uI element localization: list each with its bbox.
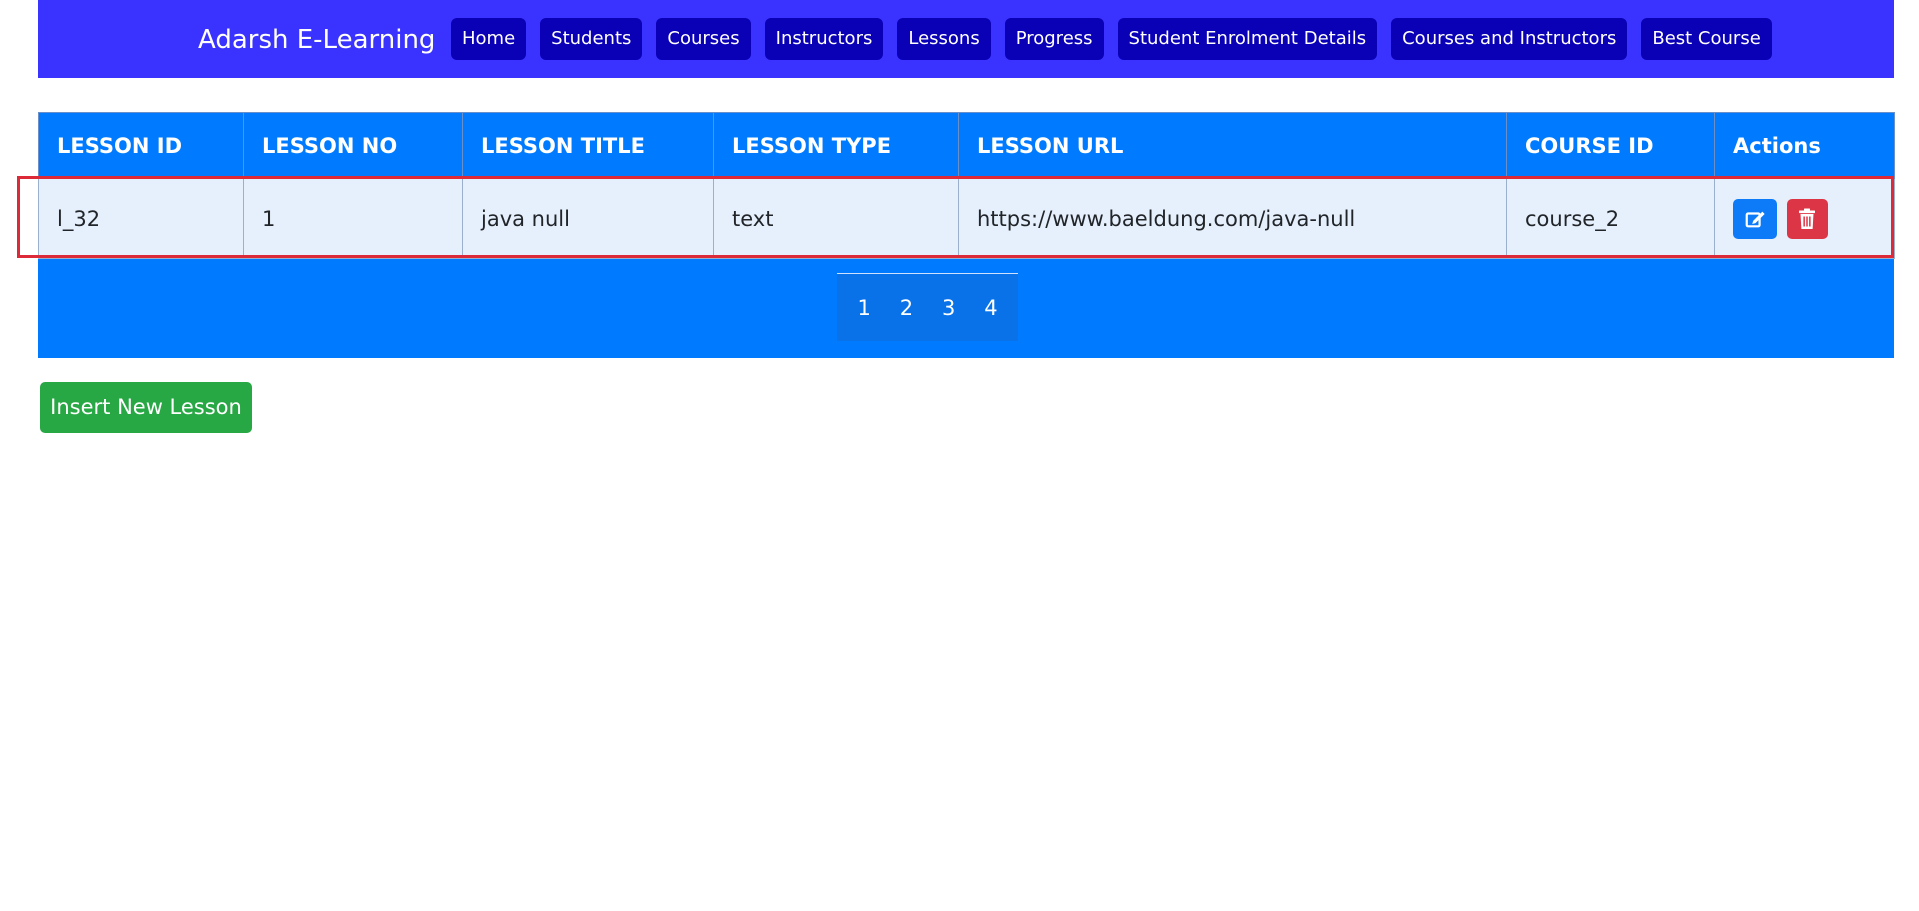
cell-lesson-type: text (713, 178, 959, 259)
cell-course-id: course_2 (1506, 178, 1715, 259)
cell-lesson-title: java null (462, 178, 714, 259)
nav-best-course-button[interactable]: Best Course (1641, 18, 1772, 60)
header-lesson-url: LESSON URL (958, 112, 1507, 179)
cell-lesson-no: 1 (243, 178, 463, 259)
table-row: l_32 1 java null text https://www.baeldu… (38, 178, 1895, 259)
nav-student-enrolment-details-button[interactable]: Student Enrolment Details (1117, 18, 1378, 60)
nav-links: Home Students Courses Instructors Lesson… (451, 18, 1772, 60)
cell-lesson-id: l_32 (38, 178, 244, 259)
nav-courses-and-instructors-button[interactable]: Courses and Instructors (1391, 18, 1628, 60)
header-actions: Actions (1714, 112, 1895, 179)
pagination: 1 2 3 4 (837, 273, 1018, 341)
nav-progress-button[interactable]: Progress (1004, 18, 1104, 60)
nav-home-button[interactable]: Home (451, 18, 527, 60)
top-navbar: Adarsh E-Learning Home Students Courses … (38, 0, 1894, 78)
page-link-2[interactable]: 2 (886, 296, 926, 320)
page-link-4[interactable]: 4 (971, 296, 1011, 320)
brand-title[interactable]: Adarsh E-Learning (198, 22, 435, 58)
table-header-row: LESSON ID LESSON NO LESSON TITLE LESSON … (38, 112, 1895, 179)
edit-icon (1745, 211, 1765, 227)
nav-instructors-button[interactable]: Instructors (764, 18, 884, 60)
page-link-3[interactable]: 3 (929, 296, 969, 320)
delete-button[interactable] (1786, 198, 1828, 239)
page-link-1[interactable]: 1 (844, 296, 884, 320)
trash-icon (1799, 208, 1816, 229)
header-lesson-title: LESSON TITLE (462, 112, 714, 179)
nav-students-button[interactable]: Students (540, 18, 643, 60)
nav-lessons-button[interactable]: Lessons (897, 18, 991, 60)
lessons-table: LESSON ID LESSON NO LESSON TITLE LESSON … (38, 112, 1895, 259)
header-lesson-no: LESSON NO (243, 112, 463, 179)
header-lesson-id: LESSON ID (38, 112, 244, 179)
header-lesson-type: LESSON TYPE (713, 112, 959, 179)
edit-button[interactable] (1733, 198, 1777, 239)
header-course-id: COURSE ID (1506, 112, 1715, 179)
insert-new-lesson-button[interactable]: Insert New Lesson (40, 382, 252, 433)
cell-actions (1714, 178, 1895, 259)
cell-lesson-url: https://www.baeldung.com/java-null (958, 178, 1507, 259)
nav-courses-button[interactable]: Courses (656, 18, 751, 60)
